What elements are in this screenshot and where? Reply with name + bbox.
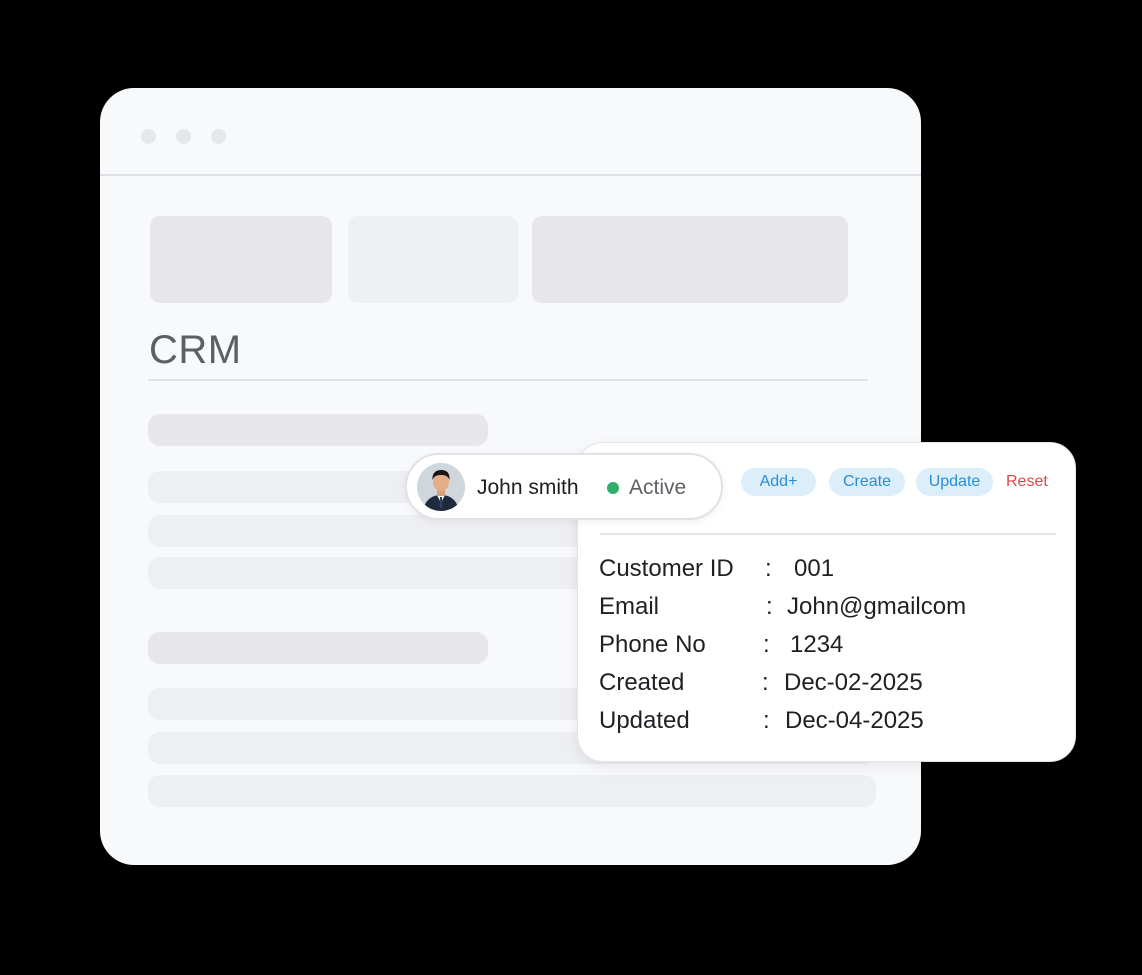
- detail-label: Created: [599, 669, 685, 696]
- window-titlebar: [100, 88, 921, 176]
- detail-label: Email: [599, 593, 660, 620]
- stage: CRM Add+ Create Update Reset Customer ID…: [0, 0, 1142, 975]
- card-divider: [600, 533, 1056, 535]
- user-chip[interactable]: John smith Active: [405, 453, 723, 520]
- avatar: [417, 463, 465, 511]
- detail-separator: :: [765, 555, 772, 582]
- detail-value: Dec-02-2025: [784, 669, 923, 696]
- window-control-dot[interactable]: [176, 129, 191, 144]
- detail-label: Phone No: [599, 631, 706, 658]
- user-avatar-icon: [417, 463, 465, 511]
- detail-label: Customer ID: [599, 555, 734, 582]
- placeholder-heading: [148, 414, 488, 446]
- detail-value: John@gmailcom: [787, 593, 967, 620]
- placeholder-tile: [150, 216, 332, 303]
- add-button[interactable]: Add+: [741, 468, 816, 496]
- title-divider: [148, 379, 868, 381]
- placeholder-line: [148, 775, 876, 807]
- placeholder-tile: [348, 216, 518, 303]
- reset-button[interactable]: Reset: [1006, 468, 1048, 496]
- detail-label: Updated: [599, 707, 690, 734]
- status-label: Active: [629, 476, 687, 499]
- detail-separator: :: [763, 631, 770, 658]
- detail-separator: :: [763, 707, 770, 734]
- window-control-dot[interactable]: [211, 129, 226, 144]
- window-control-dot[interactable]: [141, 129, 156, 144]
- placeholder-tile: [532, 216, 848, 303]
- detail-separator: :: [766, 593, 773, 620]
- placeholder-heading: [148, 632, 488, 664]
- detail-value: 1234: [790, 631, 844, 658]
- update-button[interactable]: Update: [916, 468, 993, 496]
- create-button[interactable]: Create: [829, 468, 905, 496]
- detail-separator: :: [762, 669, 769, 696]
- page-title: CRM: [149, 328, 242, 372]
- detail-value: Dec-04-2025: [785, 707, 924, 734]
- user-name: John smith: [477, 476, 579, 499]
- status-indicator-icon: [607, 482, 619, 494]
- detail-value: 001: [794, 555, 835, 582]
